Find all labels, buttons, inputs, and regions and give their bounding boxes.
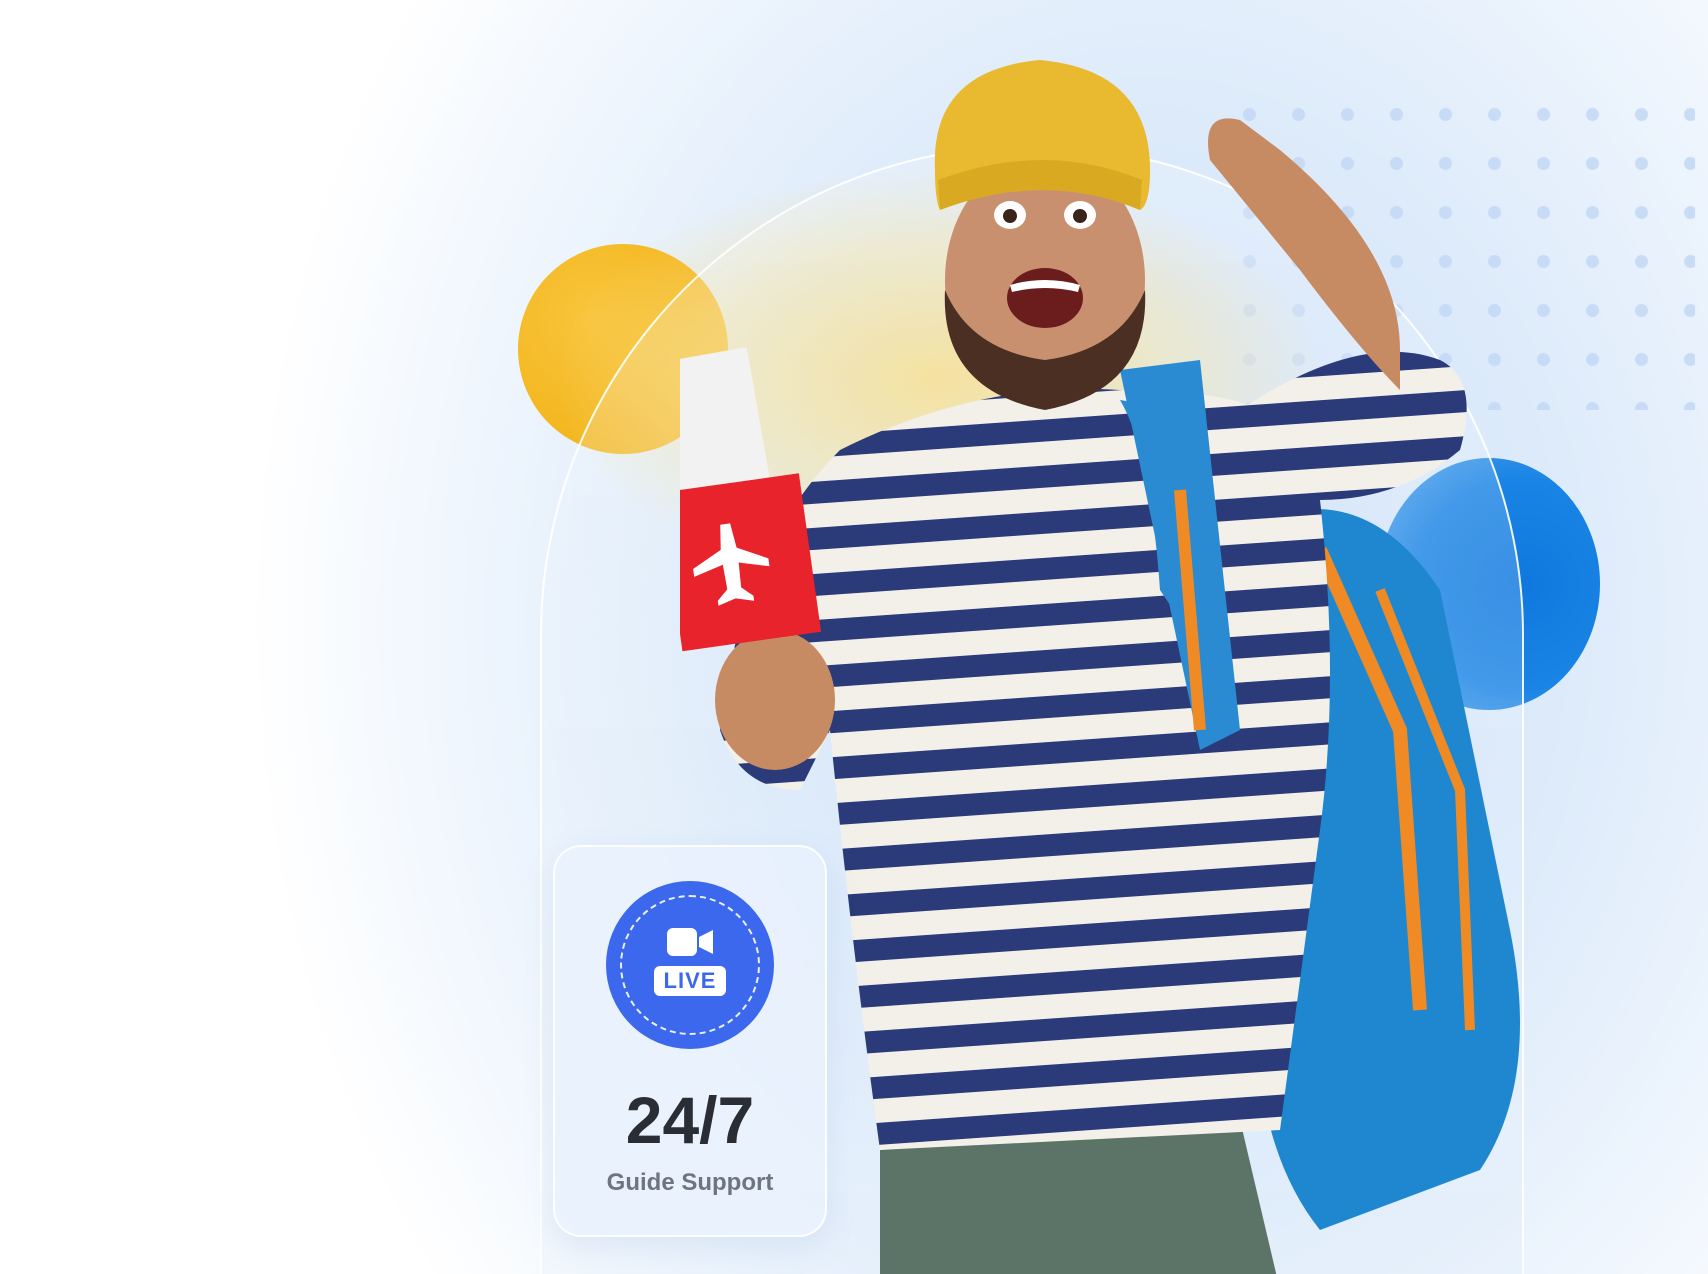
hero-scene: LIVE 24/7 Guide Support [0,0,1708,1274]
support-hours: 24/7 [625,1083,755,1157]
live-badge: LIVE [606,881,774,1049]
support-caption: Guide Support [606,1169,774,1196]
support-card: LIVE 24/7 Guide Support [553,845,827,1237]
live-badge-ring [620,895,760,1035]
